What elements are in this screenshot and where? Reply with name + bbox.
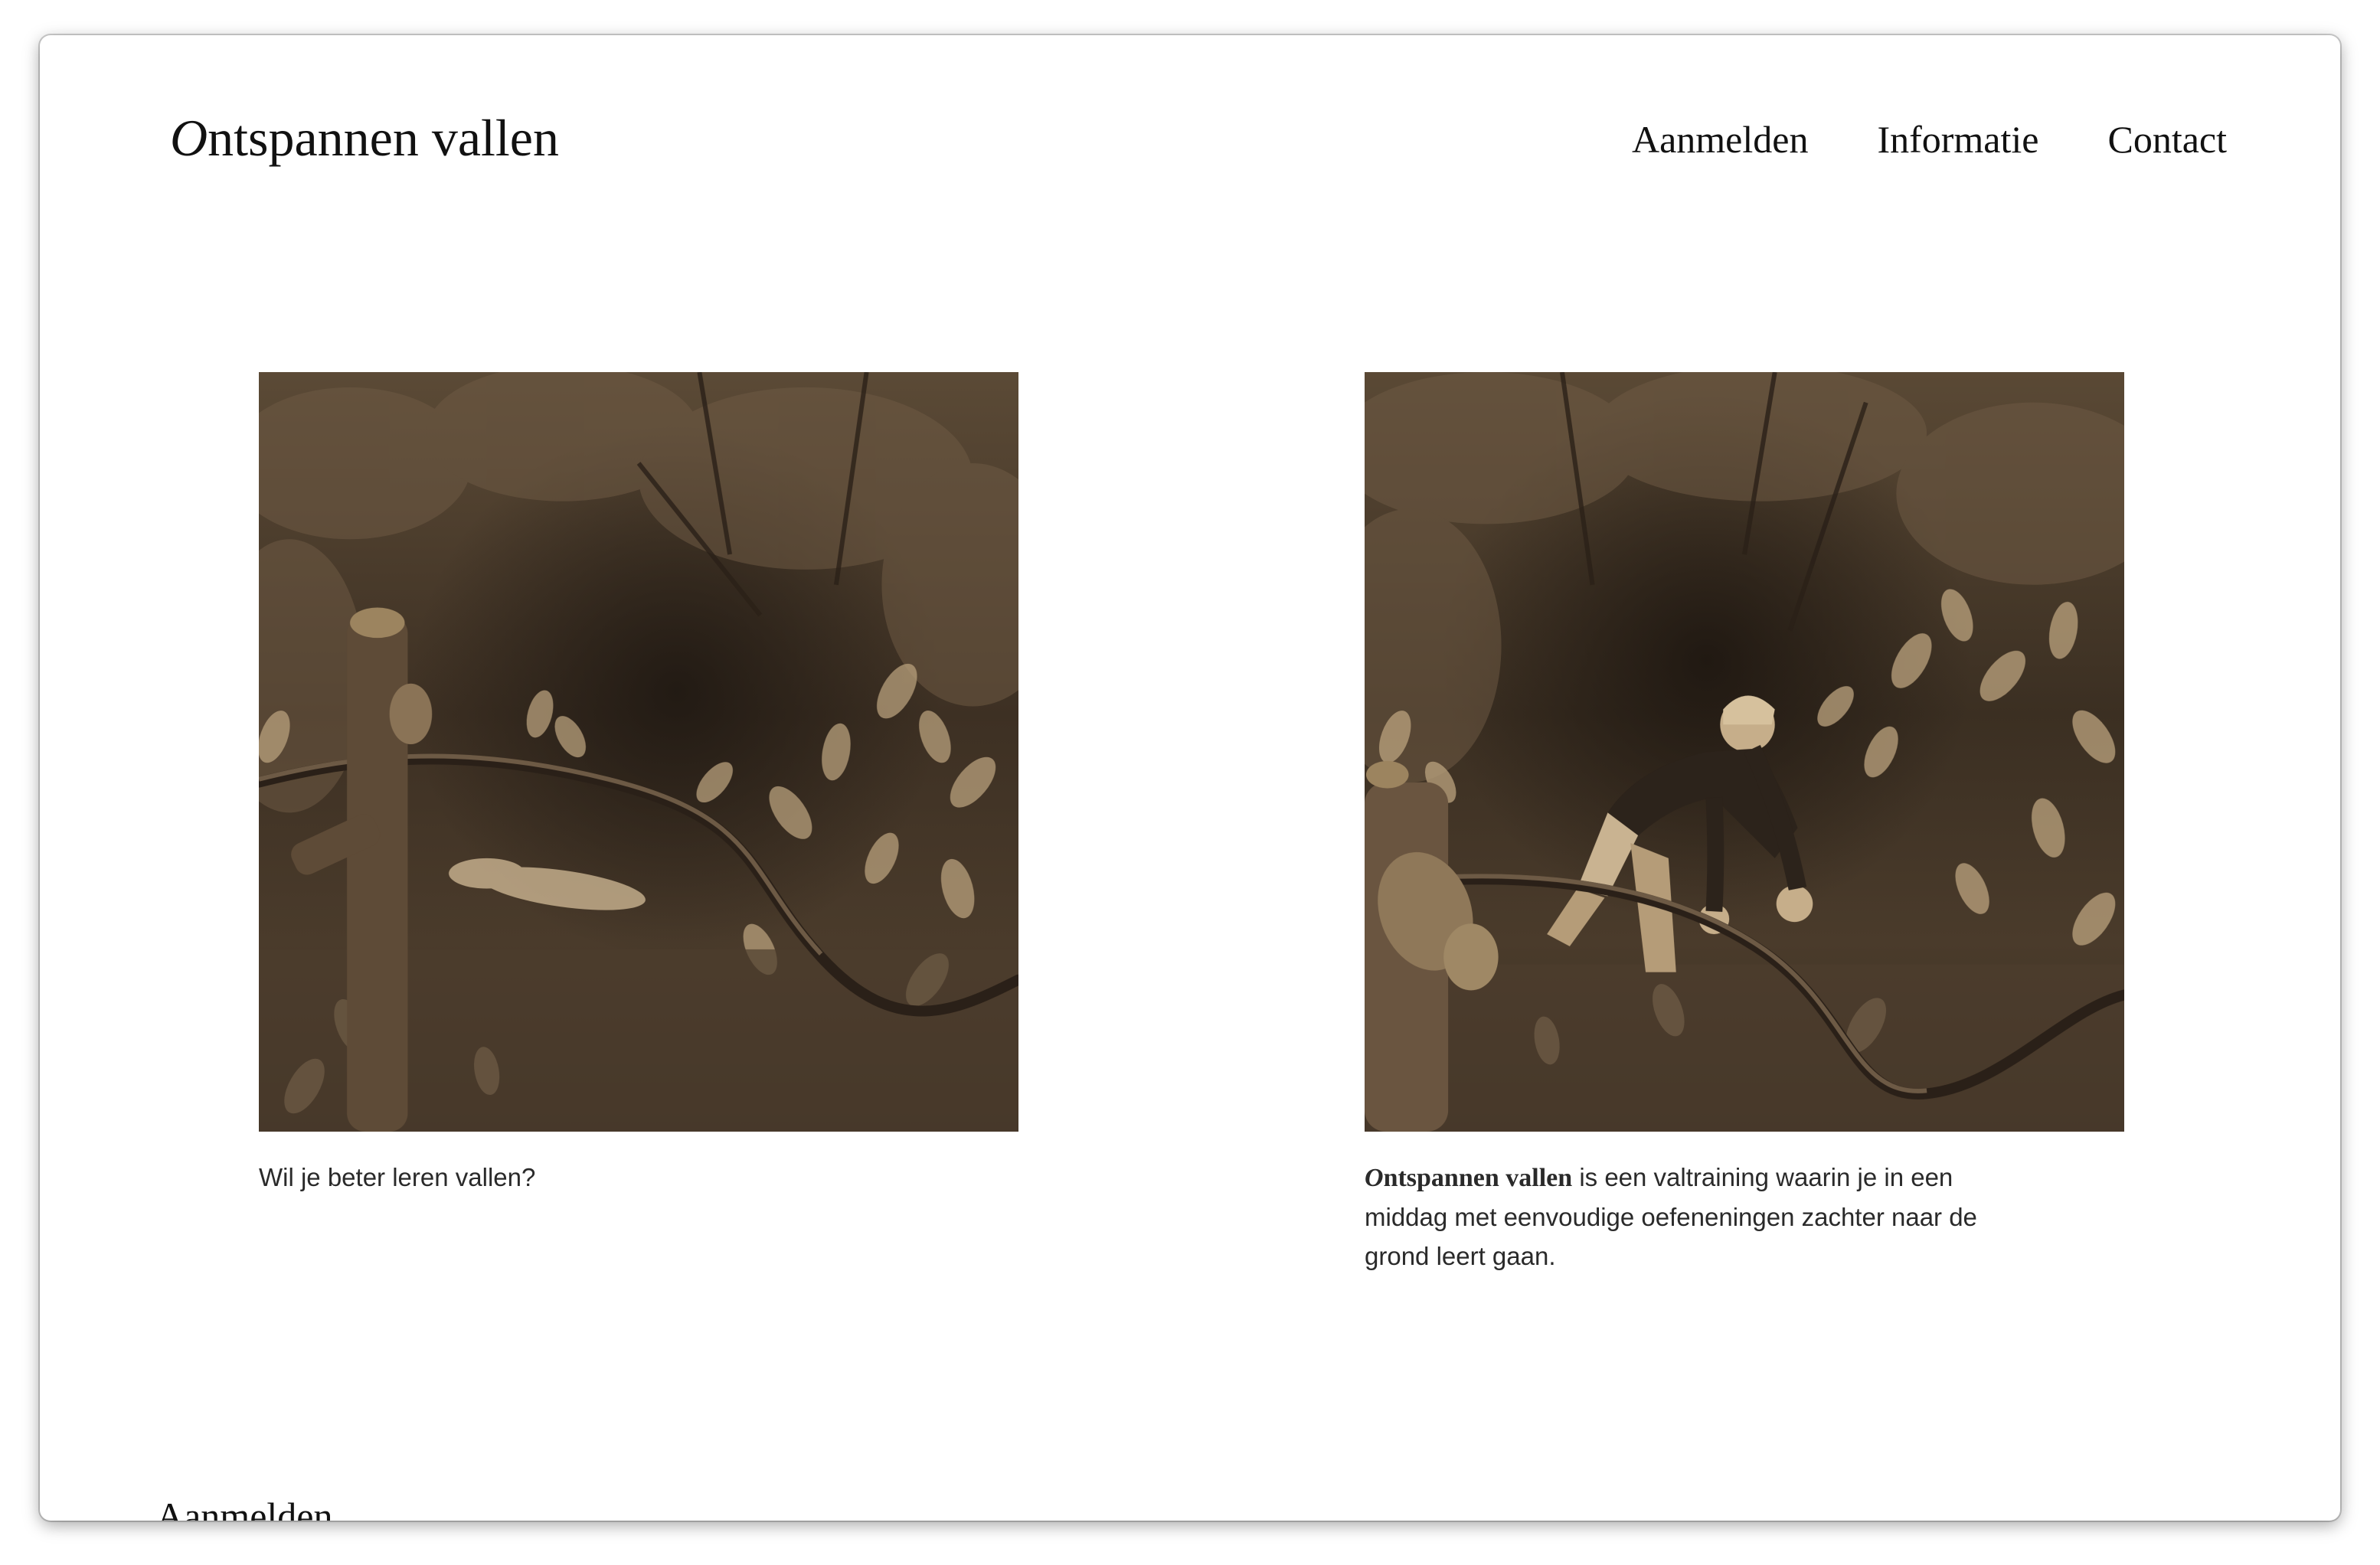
forest-photo-person-lying: [259, 372, 1018, 1132]
intro-caption: Wil je beter leren vallen?: [259, 1163, 536, 1191]
brand-name-rest: ntspannen vallen: [1383, 1164, 1573, 1192]
forest-photo-person-falling: [1365, 372, 2124, 1132]
intro-card-question: Wil je beter leren vallen?: [259, 372, 1018, 1197]
nav-link-aanmelden[interactable]: Aanmelden: [1632, 115, 1808, 164]
site-logo[interactable]: Ontspannen vallen: [170, 107, 559, 168]
intro-description: Ontspannen vallen is een valtraining waa…: [1365, 1158, 2023, 1276]
main-nav: Aanmelden Informatie Contact: [1632, 115, 2227, 164]
intro-card-description: Ontspannen vallen is een valtraining waa…: [1365, 372, 2124, 1276]
forest-photo-person-lying-image: [259, 372, 1018, 1132]
nav-link-contact[interactable]: Contact: [2107, 115, 2227, 164]
logo-first-letter: O: [170, 109, 208, 167]
nav-link-informatie[interactable]: Informatie: [1877, 115, 2038, 164]
brand-name-inline: Ontspannen vallen: [1365, 1164, 1572, 1192]
section-heading-aanmelden: Aanmelden: [156, 1495, 333, 1521]
browser-window: Ontspannen vallen Aanmelden Informatie C…: [40, 35, 2340, 1521]
forest-photo-person-falling-image: [1365, 372, 2124, 1132]
logo-text: ntspannen vallen: [208, 109, 559, 167]
brand-first-letter: O: [1365, 1164, 1384, 1192]
